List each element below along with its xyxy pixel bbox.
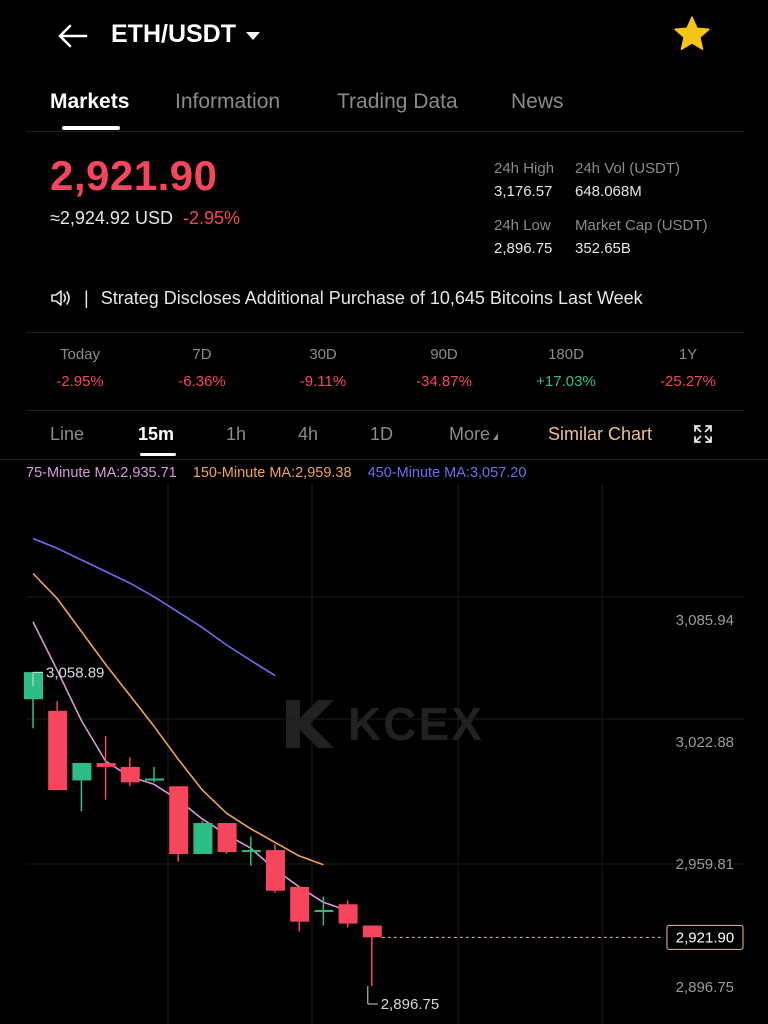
- last-price: 2,921.90: [50, 152, 218, 199]
- stat-label: 24h High: [494, 160, 555, 177]
- y-axis-label: 2,959.81: [676, 856, 734, 873]
- y-axis-label: 3,022.88: [676, 734, 734, 751]
- stat-24h-vol: 24h Vol (USDT) 648.068M: [575, 160, 680, 200]
- tf-line[interactable]: Line: [50, 424, 84, 445]
- tab-news[interactable]: News: [511, 90, 564, 114]
- triangle-icon: [493, 433, 499, 440]
- speaker-icon: [51, 290, 70, 306]
- candle-body: [338, 904, 358, 924]
- perf-value: -2.95%: [56, 373, 104, 390]
- candle-body: [314, 910, 334, 913]
- stat-value: 2,896.75: [494, 240, 553, 257]
- high-marker-label: 3,058.89: [46, 664, 104, 681]
- candle-body: [290, 886, 310, 922]
- divider: [0, 459, 768, 460]
- stat-value: 648.068M: [575, 183, 642, 200]
- chevron-down-icon: [246, 31, 260, 40]
- change-percent: -2.95%: [182, 208, 240, 228]
- tf-more[interactable]: More: [449, 424, 499, 445]
- pair-name: ETH/USDT: [111, 20, 236, 48]
- active-tab-indicator: [62, 126, 120, 130]
- ma150-label: 150-Minute MA:2,959.38: [192, 465, 352, 481]
- ma75-label: 75-Minute MA:2,935.71: [26, 465, 177, 481]
- pair-selector[interactable]: ETH/USDT: [111, 20, 260, 49]
- ma-legend: 75-Minute MA:2,935.71 150-Minute MA:2,95…: [26, 465, 538, 481]
- candle-body: [169, 786, 189, 854]
- perf-value: -25.27%: [660, 373, 716, 390]
- y-axis-label: 2,896.75: [676, 979, 734, 996]
- expand-icon: [694, 425, 712, 443]
- candlestick-chart[interactable]: 3,085.94 3,022.88 2,959.81 2,896.75 2,921.90…: [0, 484, 768, 1024]
- tf-15m[interactable]: 15m: [138, 424, 174, 445]
- favorite-button[interactable]: [672, 14, 712, 54]
- perf-label: 7D: [192, 346, 212, 363]
- y-axis-label: 3,085.94: [676, 612, 734, 629]
- tf-4h[interactable]: 4h: [298, 424, 318, 445]
- tf-more-label: More: [449, 424, 491, 444]
- news-banner[interactable]: | Strateg Discloses Additional Purchase …: [50, 284, 643, 312]
- active-timeframe-indicator: [140, 453, 176, 456]
- candle-body: [48, 710, 68, 791]
- perf-value: +17.03%: [536, 373, 596, 390]
- candle-body: [266, 850, 285, 891]
- usd-value: ≈2,924.92 USD: [50, 208, 173, 228]
- fullscreen-button[interactable]: [692, 423, 714, 450]
- stat-label: 24h Vol (USDT): [575, 160, 681, 177]
- ma-lines: [32, 537, 348, 912]
- last-price-label: 2,921.90: [676, 929, 734, 946]
- perf-label: 30D: [309, 346, 337, 363]
- candle-body: [193, 823, 213, 854]
- stat-value: 352.65B: [575, 240, 631, 257]
- tab-markets[interactable]: Markets: [50, 90, 129, 114]
- stat-label: Market Cap (USDT): [575, 217, 708, 234]
- stat-market-cap: Market Cap (USDT) 352.65B: [575, 217, 708, 257]
- usd-equivalent: ≈2,924.92 USD -2.95%: [50, 208, 240, 229]
- candle-body: [120, 766, 140, 783]
- candle-body: [72, 763, 92, 781]
- low-marker-label: 2,896.75: [381, 996, 439, 1013]
- perf-7d[interactable]: 7D -6.36%: [157, 346, 247, 390]
- ma450-label: 450-Minute MA:3,057.20: [367, 465, 527, 481]
- perf-1y[interactable]: 1Y -25.27%: [643, 346, 733, 390]
- perf-label: 90D: [430, 346, 458, 363]
- perf-label: 1Y: [678, 346, 698, 363]
- top-bar: ETH/USDT: [0, 0, 768, 72]
- stat-24h-high: 24h High 3,176.57: [494, 160, 554, 200]
- similar-chart-button[interactable]: Similar Chart: [548, 424, 652, 445]
- tf-1h[interactable]: 1h: [226, 424, 246, 445]
- chart-labels: 3,085.94 3,022.88 2,959.81 2,896.75 2,921.90…: [32, 612, 744, 1013]
- news-headline: Strateg Discloses Additional Purchase of…: [100, 287, 643, 308]
- tab-trading-data[interactable]: Trading Data: [337, 90, 458, 114]
- divider: [26, 332, 744, 333]
- back-button[interactable]: [54, 18, 94, 54]
- perf-90d[interactable]: 90D -34.87%: [399, 346, 489, 390]
- perf-label: 180D: [548, 346, 584, 363]
- stat-24h-low: 24h Low 2,896.75: [494, 217, 552, 257]
- perf-today[interactable]: Today -2.95%: [35, 346, 125, 390]
- separator: |: [84, 287, 89, 308]
- section-tabs: Markets Information Trading Data News: [0, 80, 768, 132]
- tab-information[interactable]: Information: [175, 90, 280, 114]
- perf-value: -34.87%: [416, 373, 472, 390]
- candle-body: [96, 763, 116, 767]
- perf-value: -6.36%: [178, 373, 226, 390]
- candle-body: [241, 850, 261, 853]
- perf-180d[interactable]: 180D +17.03%: [521, 346, 611, 390]
- divider: [26, 131, 744, 132]
- chart-grid: [26, 484, 744, 1024]
- tf-1d[interactable]: 1D: [370, 424, 393, 445]
- candle-body: [362, 925, 382, 938]
- stat-label: 24h Low: [494, 217, 551, 234]
- perf-30d[interactable]: 30D -9.11%: [278, 346, 368, 390]
- candle-body: [145, 778, 164, 781]
- stat-value: 3,176.57: [494, 183, 553, 200]
- divider: [26, 410, 744, 411]
- perf-value: -9.11%: [299, 373, 347, 390]
- ma450-line: [32, 537, 276, 677]
- star-icon: [674, 16, 710, 50]
- perf-label: Today: [59, 346, 101, 363]
- back-arrow-icon: [58, 24, 88, 48]
- candle-body: [217, 823, 237, 853]
